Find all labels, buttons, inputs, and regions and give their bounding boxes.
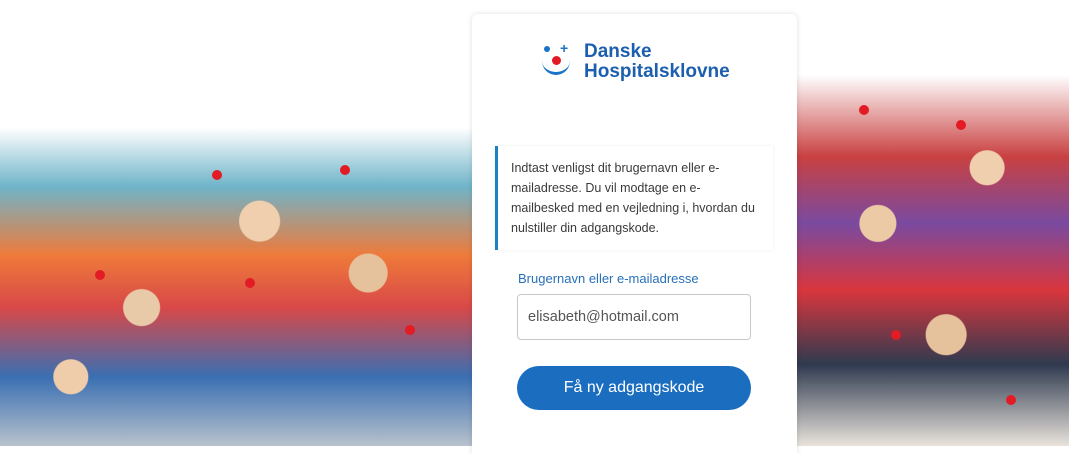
brand-name: Danske Hospitalsklovne (584, 42, 730, 82)
password-reset-card: + Danske Hospitalsklovne Indtast venligs… (472, 14, 797, 454)
brand-name-line1: Danske (584, 41, 652, 62)
username-field-label: Brugernavn eller e-mailadresse (518, 271, 699, 286)
clown-nose-icon (859, 105, 869, 115)
clown-nose-icon (956, 120, 966, 130)
clown-nose-icon (891, 330, 901, 340)
clown-nose-icon (405, 325, 415, 335)
brand-name-line2: Hospitalsklovne (584, 61, 730, 82)
reset-instructions: Indtast venligst dit brugernavn eller e-… (495, 146, 773, 250)
clown-face-logo-icon: + (540, 40, 576, 80)
background-photo-right (796, 75, 1069, 446)
username-email-input[interactable] (517, 294, 751, 340)
brand-logo: + Danske Hospitalsklovne (540, 40, 730, 82)
clown-nose-icon (95, 270, 105, 280)
clown-nose-icon (340, 165, 350, 175)
clown-nose-icon (245, 278, 255, 288)
get-new-password-button[interactable]: Få ny adgangskode (517, 366, 751, 410)
clown-nose-icon (212, 170, 222, 180)
clown-nose-icon (1006, 395, 1016, 405)
background-photo-left (0, 100, 472, 446)
